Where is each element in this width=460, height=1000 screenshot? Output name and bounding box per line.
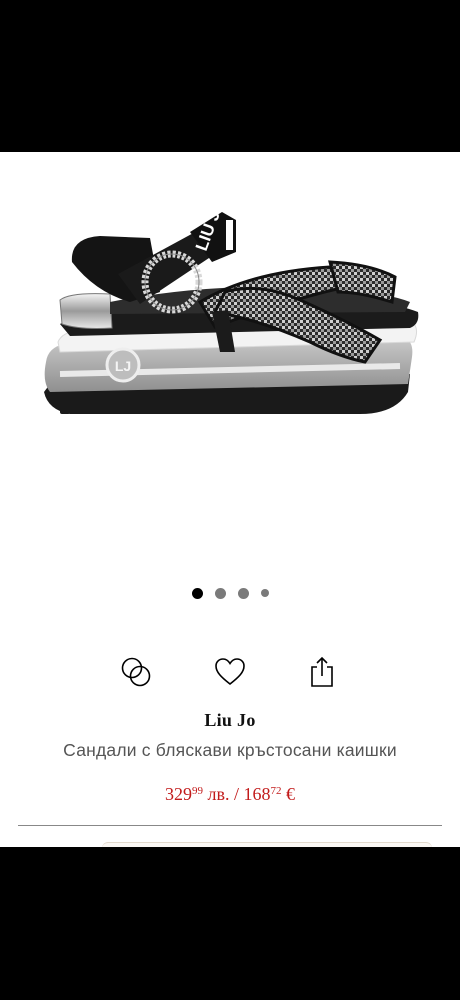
heel-logo: LJ: [115, 358, 131, 374]
share-button[interactable]: [302, 652, 342, 692]
price-alt-int: 168: [243, 784, 271, 804]
carousel-dot-2[interactable]: [214, 587, 226, 599]
next-section-card: [102, 842, 432, 847]
product-page: LJ LIU JO Liu Jo Сандали с бляскави кръс…: [0, 152, 460, 847]
carousel-dot-3[interactable]: [237, 587, 249, 599]
heart-icon: [215, 658, 245, 686]
product-image[interactable]: LJ LIU JO: [0, 152, 460, 572]
carousel-pagination: [0, 587, 460, 599]
price-alt-dec: 72: [270, 785, 282, 797]
product-actions: [0, 652, 460, 692]
product-name: Сандали с бляскави кръстосани каишки: [63, 740, 397, 760]
carousel-dot-4[interactable]: [260, 589, 269, 597]
compare-icon: [121, 657, 151, 687]
price-main-int: 329: [165, 784, 192, 804]
price-main-dec: 99: [192, 785, 203, 797]
wishlist-button[interactable]: [210, 652, 250, 692]
compare-button[interactable]: [116, 652, 156, 692]
divider: [18, 825, 442, 826]
share-icon: [311, 656, 333, 687]
price-main-currency: лв. /: [203, 784, 244, 804]
price-alt-currency: €: [281, 784, 295, 804]
product-price: 32999 лв. / 16872 €: [0, 784, 460, 805]
carousel-dot-1[interactable]: [191, 587, 203, 599]
product-brand[interactable]: Liu Jo: [0, 710, 460, 731]
